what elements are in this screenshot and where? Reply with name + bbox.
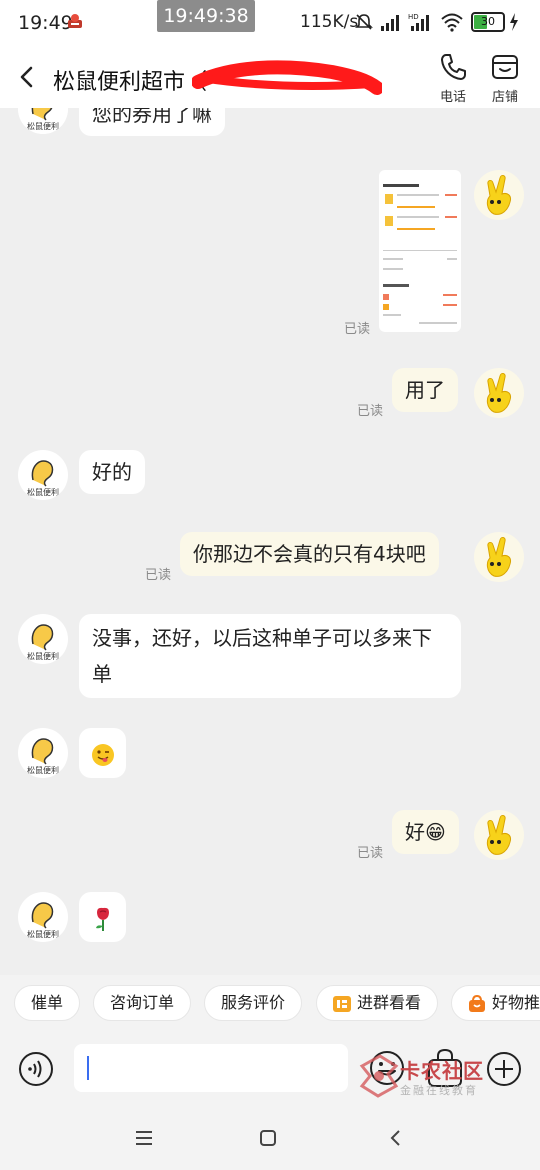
store-icon: [492, 55, 518, 79]
emoji-bubble-left[interactable]: 😜: [79, 728, 126, 778]
svg-text:松鼠便利: 松鼠便利: [27, 929, 59, 939]
chat-messages[interactable]: 松鼠便利 您的券用了嘛 已读 用了 已读 松鼠便利 好的 你那边不会真的只有4块…: [0, 108, 540, 975]
wink-tongue-emoji-icon: [91, 743, 114, 766]
message-input[interactable]: [74, 1044, 348, 1092]
store-label: 店铺: [491, 90, 518, 105]
quick-reply-join-group[interactable]: 进群看看: [316, 985, 439, 1021]
message-bubble-left[interactable]: 您的券用了嘛: [79, 108, 225, 136]
phone-icon: [441, 54, 466, 80]
message-bubble-right[interactable]: 你那边不会真的只有4块吧: [180, 532, 439, 576]
store-button[interactable]: 店铺: [479, 52, 531, 105]
read-receipt: 已读: [145, 568, 172, 583]
squirrel-logo-icon: 松鼠便利: [27, 460, 59, 497]
back-nav-icon[interactable]: [384, 1126, 408, 1150]
battery-percent: 30: [481, 15, 495, 28]
group-icon: [333, 995, 351, 1012]
store-avatar[interactable]: 松鼠便利: [18, 892, 68, 942]
network-speed: 115K/s: [300, 12, 359, 32]
chip-label: 催单: [31, 993, 64, 1012]
store-avatar[interactable]: 松鼠便利: [18, 108, 68, 134]
voice-input-icon[interactable]: [18, 1051, 54, 1087]
chip-label: 服务评价: [221, 993, 286, 1012]
user-avatar[interactable]: [474, 810, 524, 860]
quick-reply-rating[interactable]: 服务评价: [204, 985, 303, 1021]
hand-avatar-icon: [486, 537, 511, 577]
emoji-bubble-left[interactable]: 🌹: [79, 892, 126, 942]
page-title: 松鼠便利超市（: [53, 70, 208, 95]
battery-icon: 30: [471, 12, 505, 32]
overlay-clock: 19:49:38: [157, 0, 255, 32]
chip-label: 好物推: [492, 993, 540, 1012]
home-nav-icon[interactable]: [256, 1126, 280, 1150]
signal-hd-icon: HD: [408, 13, 429, 31]
user-avatar[interactable]: [474, 170, 524, 220]
message-bubble-left[interactable]: 好的: [79, 450, 145, 494]
read-receipt: 已读: [357, 404, 384, 419]
svg-text:松鼠便利: 松鼠便利: [27, 651, 59, 661]
chat-header: 松鼠便利超市（ 电话 店铺: [0, 48, 540, 108]
hand-avatar-icon: [486, 373, 511, 413]
back-arrow-icon[interactable]: [14, 62, 40, 92]
order-screenshot-image[interactable]: [379, 170, 461, 332]
mute-icon: [355, 14, 373, 30]
quick-reply-urge[interactable]: 催单: [14, 985, 81, 1021]
call-button[interactable]: 电话: [427, 52, 479, 105]
svg-text:松鼠便利: 松鼠便利: [27, 121, 59, 131]
chip-label: 进群看看: [357, 993, 422, 1012]
text-caret: [87, 1056, 89, 1080]
charging-icon: [510, 13, 518, 31]
squirrel-logo-icon: 松鼠便利: [18, 108, 68, 134]
quick-reply-order-inquiry[interactable]: 咨询订单: [93, 985, 192, 1021]
hand-avatar-icon: [486, 175, 511, 215]
squirrel-logo-icon: 松鼠便利: [27, 624, 59, 661]
squirrel-logo-icon: 松鼠便利: [27, 738, 59, 775]
store-avatar[interactable]: 松鼠便利: [18, 450, 68, 500]
message-bubble-left[interactable]: 没事，还好，以后这种单子可以多来下单: [79, 614, 461, 698]
svg-text:HD: HD: [408, 13, 419, 21]
shopping-bag-icon: [469, 994, 485, 1012]
watermark-subtitle: 金融在线教育: [400, 1084, 478, 1097]
call-label: 电话: [439, 90, 466, 105]
status-bar: 19:49 19:49:38 115K/s HD 30: [0, 0, 540, 48]
message-bubble-right[interactable]: 用了: [392, 368, 458, 412]
quick-reply-bar: 催单 咨询订单 服务评价 进群看看 好物推: [0, 975, 540, 1031]
squirrel-logo-icon: 松鼠便利: [27, 902, 59, 939]
store-avatar[interactable]: 松鼠便利: [18, 728, 68, 778]
read-receipt: 已读: [357, 846, 384, 861]
wifi-icon: [441, 13, 463, 32]
rose-emoji-icon: [95, 907, 109, 931]
chip-label: 咨询订单: [110, 993, 175, 1012]
store-avatar[interactable]: 松鼠便利: [18, 614, 68, 664]
watermark-logo-icon: [359, 1054, 399, 1098]
svg-text:松鼠便利: 松鼠便利: [27, 487, 59, 497]
user-avatar[interactable]: [474, 532, 524, 582]
app-notification-icon: [68, 14, 82, 28]
redaction-scribble: [192, 60, 382, 95]
watermark-text: 卡农社区: [400, 1059, 484, 1083]
signal-icon: [381, 15, 399, 31]
system-nav-bar: [0, 1106, 540, 1170]
message-bubble-right[interactable]: 好😁: [392, 810, 459, 854]
hand-avatar-icon: [486, 815, 511, 855]
quick-reply-recommend[interactable]: 好物推: [451, 985, 540, 1021]
svg-text:松鼠便利: 松鼠便利: [27, 765, 59, 775]
user-avatar[interactable]: [474, 368, 524, 418]
status-time: 19:49: [18, 12, 73, 34]
menu-nav-icon[interactable]: [132, 1126, 156, 1150]
more-options-icon[interactable]: [486, 1051, 522, 1087]
read-receipt: 已读: [344, 322, 371, 337]
